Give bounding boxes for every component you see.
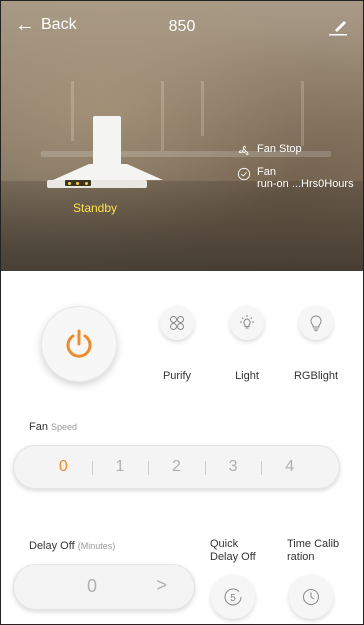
device-hero: ← Back 850 Standby Fan Stop Fan run-on .… — [1, 1, 363, 271]
device-status-label: Standby — [73, 201, 118, 215]
quick-delay-badge: 5 — [230, 593, 236, 604]
fan-label: Fan — [29, 421, 48, 433]
edit-icon[interactable] — [327, 15, 349, 37]
background-utensil — [201, 81, 204, 136]
fan-status: Fan Stop — [237, 143, 354, 158]
quick-delay-button[interactable]: 5 — [211, 575, 255, 619]
quick-delay-label: Quick Delay Off — [210, 538, 256, 563]
clock-icon — [303, 589, 319, 605]
fan-speed-option[interactable]: 3 — [204, 458, 262, 476]
fan-runon-status: Fan run-on ...Hrs0Hours — [237, 166, 354, 190]
background-utensil — [301, 81, 304, 146]
background-utensil — [161, 81, 164, 151]
fan-runon-line2: run-on ...Hrs0Hours — [257, 178, 354, 190]
fan-sublabel: Speed — [51, 422, 78, 432]
fan-speed-option[interactable]: 4 — [261, 458, 318, 476]
rgblight-button[interactable]: RGBlight — [286, 306, 346, 382]
delay-off-label: Delay Off — [29, 540, 75, 552]
top-bar: ← Back 850 — [1, 1, 363, 57]
light-label: Light — [235, 370, 259, 382]
purify-icon — [170, 316, 184, 330]
time-calibration-label: Time Calib ration — [287, 538, 340, 563]
fan-speed-selector: 0 1 2 3 4 — [13, 445, 340, 489]
light-button[interactable]: Light — [217, 306, 277, 382]
purify-icon-circle — [160, 306, 194, 340]
delay-off-picker[interactable]: 0 > — [13, 564, 195, 610]
rgblight-icon-circle — [299, 306, 333, 340]
rgblight-label: RGBlight — [293, 370, 339, 382]
page-title: 850 — [168, 18, 196, 35]
light-icon-circle — [230, 306, 264, 340]
delay-off-sublabel: (Minutes) — [77, 541, 116, 551]
status-list: Fan Stop Fan run-on ...Hrs0Hours — [237, 143, 354, 198]
fan-speed-option[interactable]: 1 — [91, 458, 149, 476]
fan-status-text: Fan Stop — [257, 143, 302, 155]
time-calibration-button[interactable] — [289, 575, 333, 619]
chevron-right-icon: > — [156, 575, 167, 595]
power-icon — [66, 329, 92, 358]
check-circle-icon — [237, 167, 251, 181]
delay-off-value: 0 — [87, 576, 98, 596]
purify-label: Purify — [162, 370, 192, 382]
fan-speed-heading: Fan Speed — [29, 421, 77, 433]
fan-speed-option[interactable]: 0 — [35, 458, 92, 476]
range-hood-image — [47, 116, 163, 196]
delay-off-heading: Delay Off (Minutes) — [29, 540, 115, 552]
fan-runon-line1: Fan — [257, 166, 276, 178]
purify-button[interactable]: Purify — [147, 306, 207, 382]
power-button[interactable] — [41, 306, 117, 382]
light-bulb-icon — [240, 315, 254, 329]
timer-5-icon: 5 — [224, 588, 242, 606]
fan-speed-option[interactable]: 2 — [148, 458, 205, 476]
fan-icon — [238, 145, 249, 155]
rgb-bulb-icon — [310, 315, 322, 332]
